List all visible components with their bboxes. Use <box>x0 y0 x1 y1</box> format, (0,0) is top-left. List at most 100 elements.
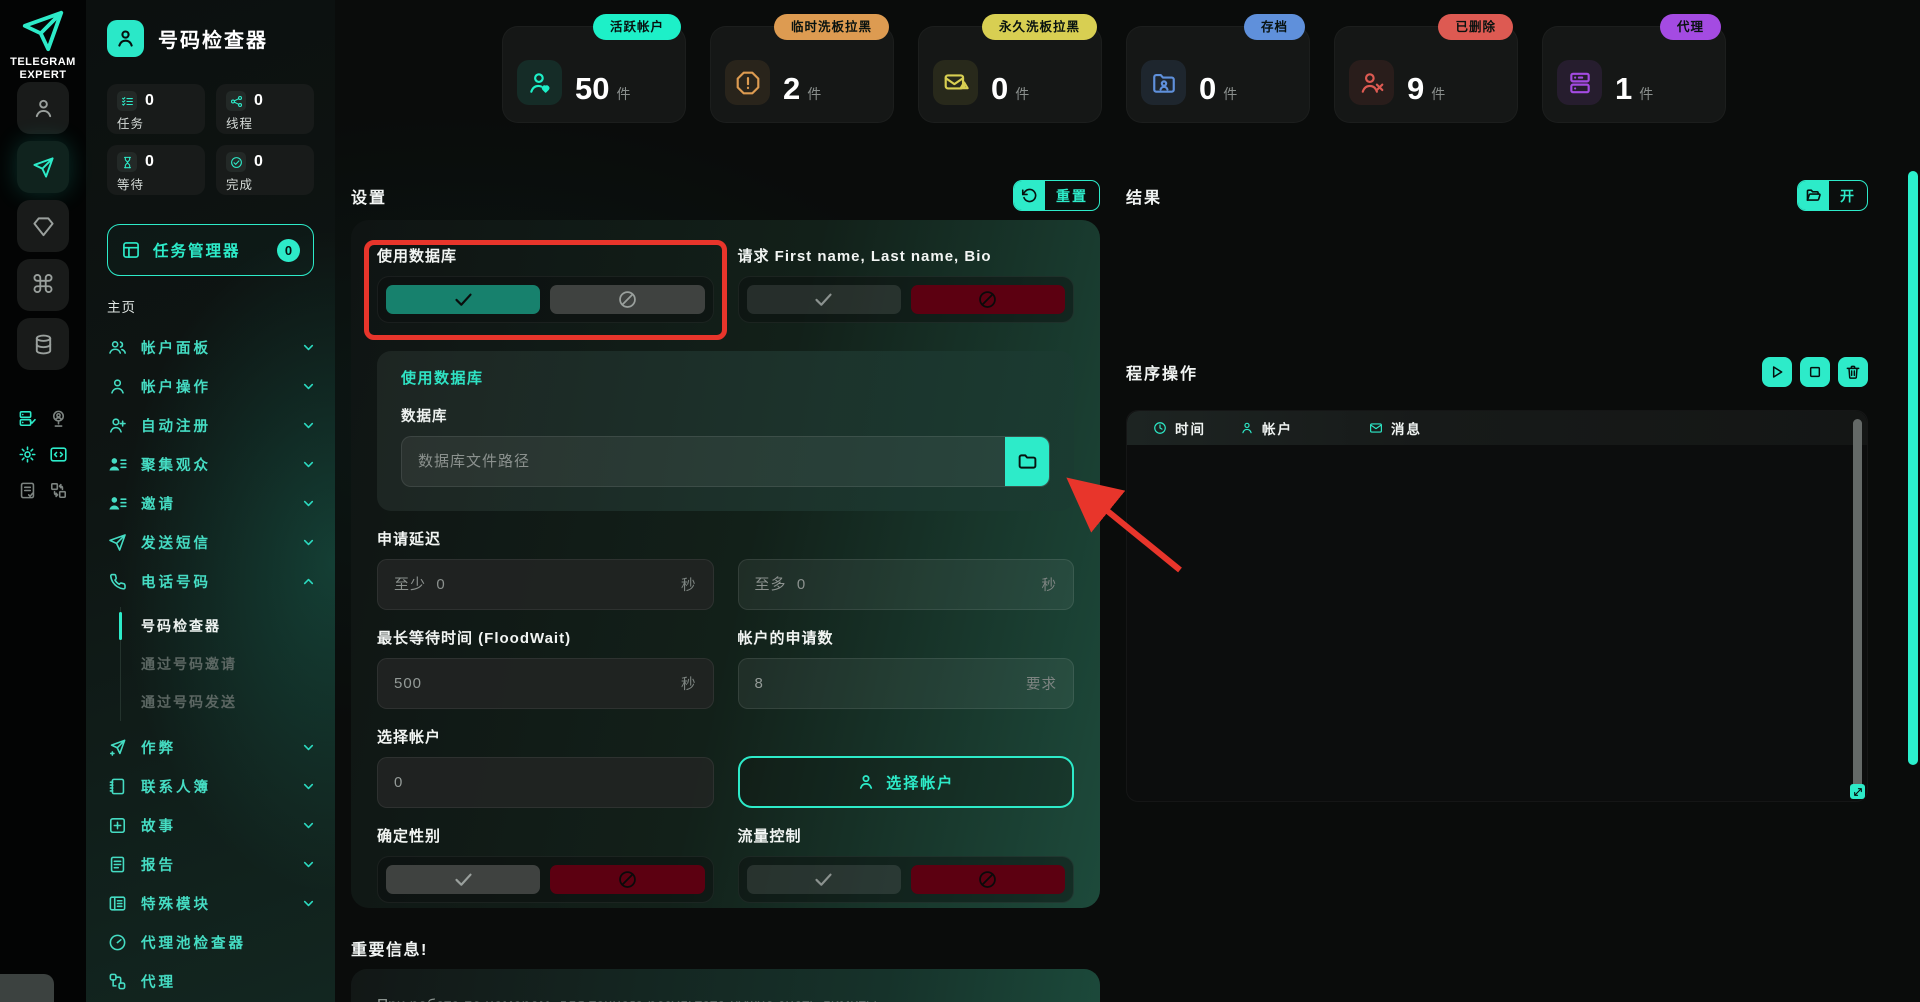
sidebar-item-special-modules[interactable]: 特殊模块 <box>86 884 335 923</box>
corner-popup-fragment <box>0 974 54 1002</box>
report-icon <box>108 855 127 874</box>
chevron-down-icon <box>302 819 315 832</box>
diamond-icon <box>32 215 55 238</box>
column-time: 时间 <box>1127 418 1240 438</box>
person-camera-icon[interactable] <box>49 409 68 428</box>
ban-icon <box>977 289 998 310</box>
settings-section: 设置 重置 使用数据库 请求 First name, Last name, Bi… <box>351 180 1100 1002</box>
plane-plus-icon <box>108 738 127 757</box>
max-delay-input[interactable] <box>739 576 1042 593</box>
toggle-no-button[interactable] <box>911 285 1065 314</box>
gauge-icon <box>108 933 127 952</box>
select-accounts-button[interactable]: 选择帐户 <box>738 756 1075 808</box>
chevron-down-icon <box>302 341 315 354</box>
person-x-icon <box>1349 60 1394 105</box>
selected-accounts-field <box>377 757 714 808</box>
important-info-card: При работе по номерам, для точного резул… <box>351 969 1100 1002</box>
task-list-icon <box>117 91 137 111</box>
clear-log-button[interactable] <box>1838 357 1868 387</box>
sidebar-item-contact-book[interactable]: 联系人簿 <box>86 767 335 806</box>
chevron-down-icon <box>302 858 315 871</box>
rail-item-premium[interactable] <box>17 200 69 252</box>
rail-item-sender[interactable] <box>17 141 69 193</box>
check-icon <box>813 869 834 890</box>
task-count-badge: 0 <box>277 239 300 262</box>
task-manager-button[interactable]: 任务管理器 0 <box>107 224 314 276</box>
status-badge: 代理 <box>1660 14 1721 40</box>
sidebar-item-stories[interactable]: 故事 <box>86 806 335 845</box>
stop-button[interactable] <box>1800 357 1830 387</box>
toggle-yes-button[interactable] <box>386 865 540 894</box>
hourglass-icon <box>117 152 137 172</box>
toggle-no-button[interactable] <box>550 285 704 314</box>
open-results-button[interactable]: 开 <box>1797 180 1868 211</box>
rail-item-accounts[interactable] <box>17 82 69 134</box>
min-delay-input[interactable] <box>378 576 681 593</box>
section-label: 主页 <box>107 296 314 316</box>
toggle-no-button[interactable] <box>550 865 704 894</box>
server-check-icon[interactable] <box>18 409 37 428</box>
requests-per-account-label: 帐户的申请数 <box>738 627 1075 648</box>
stat-tile-waiting: 0 等待 <box>107 145 205 195</box>
sidebar-item-reports[interactable]: 报告 <box>86 845 335 884</box>
person-plus-icon <box>108 416 127 435</box>
sidebar-item-account-panel[interactable]: 帐户面板 <box>86 328 335 367</box>
code-window-icon[interactable] <box>49 445 68 464</box>
sidebar-item-proxy[interactable]: 代理 <box>86 962 335 1001</box>
gender-toggle <box>377 856 714 903</box>
sidebar-item-proxy-pool-checker[interactable]: 代理池检查器 <box>86 923 335 962</box>
sidebar-subitem-number-checker[interactable]: 号码检查器 <box>121 607 335 645</box>
sidebar: 号码检查器 0 任务 0 线程 0 等待 0 完成 <box>86 0 335 1002</box>
network-icon <box>108 972 127 991</box>
sidebar-item-send-sms[interactable]: 发送短信 <box>86 523 335 562</box>
play-button[interactable] <box>1762 357 1792 387</box>
rail-item-database[interactable] <box>17 318 69 370</box>
resize-handle[interactable] <box>1850 784 1865 799</box>
sidebar-subitem-invite-by-number[interactable]: 通过号码邀请 <box>121 645 335 683</box>
floodwait-input[interactable] <box>378 675 681 692</box>
task-stats: 0 任务 0 线程 0 等待 0 完成 <box>107 84 314 195</box>
resize-icon <box>1853 787 1863 797</box>
gear-icon[interactable] <box>18 445 37 464</box>
browse-folder-button[interactable] <box>1005 437 1049 486</box>
sidebar-item-phone-numbers[interactable]: 电话号码 <box>86 562 335 601</box>
sidebar-item-auto-register[interactable]: 自动注册 <box>86 406 335 445</box>
card-temp-blocked: 临时洗板拉黑 2件 <box>710 26 894 123</box>
selected-accounts-input[interactable] <box>378 774 713 791</box>
document-check-icon[interactable] <box>18 481 37 500</box>
database-field-label: 数据库 <box>401 405 1050 426</box>
reset-button[interactable]: 重置 <box>1013 180 1100 211</box>
chevron-up-icon <box>302 575 315 588</box>
notebook-icon <box>108 777 127 796</box>
swap-grid-icon[interactable] <box>49 481 68 500</box>
chevron-down-icon <box>302 497 315 510</box>
toggle-yes-button[interactable] <box>386 285 540 314</box>
clock-icon <box>1153 421 1167 435</box>
floodwait-field: 秒 <box>377 658 714 709</box>
select-accounts-label: 选择帐户 <box>377 726 714 747</box>
table-scrollbar[interactable] <box>1853 419 1862 789</box>
toggle-yes-button[interactable] <box>747 865 901 894</box>
use-database-toggle <box>377 276 714 323</box>
toggle-yes-button[interactable] <box>747 285 901 314</box>
important-info-title: 重要信息! <box>351 936 1100 960</box>
app-root: TELEGRAM EXPERT ⌘ 号码检查器 0 <box>0 0 1920 1002</box>
sidebar-subitem-send-by-number[interactable]: 通过号码发送 <box>121 683 335 721</box>
database-path-input[interactable] <box>402 453 1005 470</box>
sidebar-item-cheat[interactable]: 作弊 <box>86 728 335 767</box>
toggle-no-button[interactable] <box>911 865 1065 894</box>
status-badge: 永久洗板拉黑 <box>982 14 1097 40</box>
chevron-down-icon <box>302 419 315 432</box>
sidebar-item-account-actions[interactable]: 帐户操作 <box>86 367 335 406</box>
sidebar-item-gather-audience[interactable]: 聚集观众 <box>86 445 335 484</box>
settings-title: 设置 <box>351 184 387 208</box>
page-title-block: 号码检查器 <box>107 20 314 57</box>
status-badge: 已删除 <box>1438 14 1513 40</box>
requests-per-account-field: 要求 <box>738 658 1075 709</box>
rail-item-tools[interactable]: ⌘ <box>17 259 69 311</box>
command-icon: ⌘ <box>31 273 56 298</box>
sidebar-item-invite[interactable]: 邀请 <box>86 484 335 523</box>
requests-per-account-input[interactable] <box>739 675 1027 692</box>
ban-icon <box>977 869 998 890</box>
page-scrollbar[interactable] <box>1908 171 1918 765</box>
